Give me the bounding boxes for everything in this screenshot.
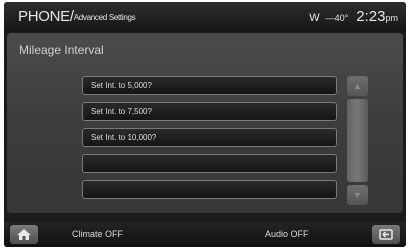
top-status-bar: PHONE/Advanced Settings W —40° 2:23pm xyxy=(4,2,406,32)
climate-off-button[interactable]: Climate OFF xyxy=(72,229,123,239)
option-set-interval-7500[interactable]: Set Int. to 7,500? xyxy=(82,102,337,121)
scroll-down-button[interactable]: ▼ xyxy=(347,185,368,205)
status-area: W —40° 2:23pm xyxy=(309,8,398,26)
scroll-up-button[interactable]: ▲ xyxy=(347,76,368,96)
audio-off-button[interactable]: Audio OFF xyxy=(265,229,309,239)
arrow-up-icon: ▲ xyxy=(353,81,362,91)
home-icon xyxy=(17,229,31,240)
outside-temperature: —40° xyxy=(325,13,349,23)
touchscreen-display: PHONE/Advanced Settings W —40° 2:23pm Mile… xyxy=(4,2,406,247)
panel-title: Mileage Interval xyxy=(19,43,104,57)
clock: 2:23 xyxy=(356,8,386,25)
page-title-sub: Advanced Settings xyxy=(73,13,136,22)
home-button[interactable] xyxy=(10,225,38,244)
option-empty-4[interactable] xyxy=(82,154,337,173)
settings-panel: Mileage Interval Set Int. to 5,000? Set … xyxy=(7,33,403,213)
back-button[interactable] xyxy=(372,225,400,244)
bottom-bar: Climate OFF Audio OFF xyxy=(4,222,406,247)
scroll-track[interactable] xyxy=(347,99,368,182)
option-set-interval-10000[interactable]: Set Int. to 10,000? xyxy=(82,128,337,147)
page-title: PHONE/Advanced Settings xyxy=(18,8,136,25)
back-icon xyxy=(379,229,393,240)
option-empty-5[interactable] xyxy=(82,180,337,199)
clock-ampm: pm xyxy=(385,13,398,23)
page-title-main: PHONE/ xyxy=(18,8,74,25)
compass-heading: W xyxy=(309,12,320,24)
option-set-interval-5000[interactable]: Set Int. to 5,000? xyxy=(82,76,337,95)
list-scrollbar[interactable]: ▲ ▼ xyxy=(347,76,368,206)
arrow-down-icon: ▼ xyxy=(353,190,362,200)
